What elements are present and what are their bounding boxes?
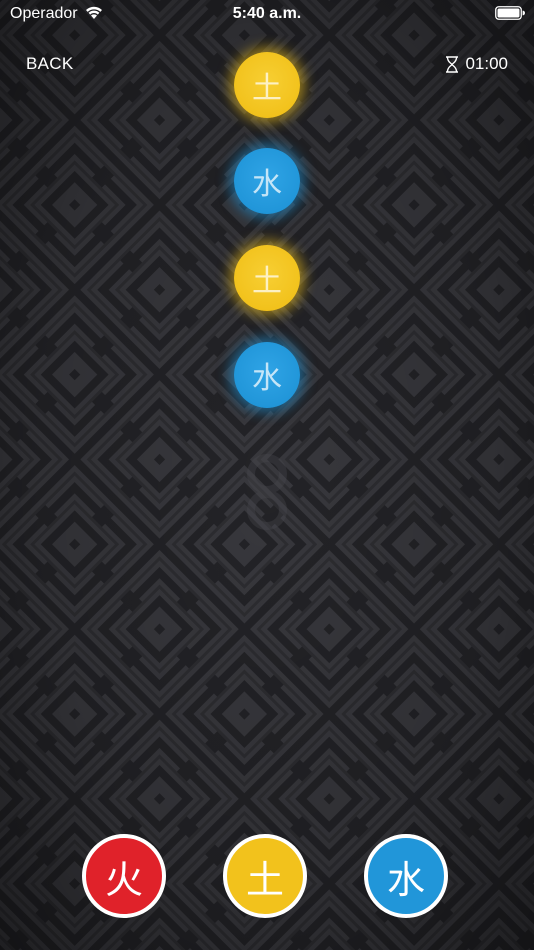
- orb-earth: 土: [234, 52, 300, 118]
- battery-icon: [495, 6, 525, 20]
- orb-water: 水: [234, 342, 300, 408]
- orb-glyph: 水: [252, 167, 282, 202]
- orb-earth: 土: [234, 245, 300, 311]
- timer: 01:00: [445, 54, 508, 74]
- status-bar: Operador 5:40 a.m.: [0, 0, 534, 28]
- orb-glyph: 土: [252, 264, 282, 299]
- hourglass-icon: [446, 55, 459, 73]
- game-screen: Operador 5:40 a.m. BACK 01:00 土 水 土 水 火 …: [0, 0, 534, 950]
- status-time: 5:40 a.m.: [232, 5, 302, 22]
- timer-value: 01:00: [465, 54, 508, 73]
- orb-glyph: 土: [252, 71, 282, 106]
- water-button[interactable]: 水: [364, 834, 448, 918]
- back-button[interactable]: BACK: [26, 54, 74, 74]
- orb-water: 水: [234, 148, 300, 214]
- center-symbol-icon: [247, 454, 287, 530]
- earth-button[interactable]: 土: [223, 834, 307, 918]
- fire-button[interactable]: 火: [82, 834, 166, 918]
- orb-glyph: 水: [252, 361, 282, 396]
